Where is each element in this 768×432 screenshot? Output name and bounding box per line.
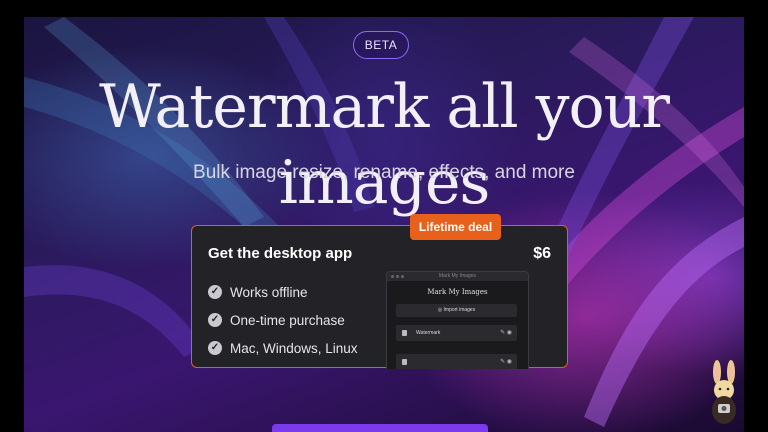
hero-section: BETA Watermark all your images Bulk imag… xyxy=(24,17,744,432)
rabbit-mascot-icon xyxy=(712,360,736,424)
feature-item: ✓ One-time purchase xyxy=(208,306,358,334)
beta-badge: BETA xyxy=(353,31,409,59)
page-frame: BETA Watermark all your images Bulk imag… xyxy=(0,0,768,432)
price-label: $6 xyxy=(533,245,551,262)
cta-button[interactable] xyxy=(272,424,488,432)
preview-window-title: Mark My Images xyxy=(439,273,476,279)
preview-heading: Mark My Images xyxy=(427,288,488,296)
check-circle-icon: ✓ xyxy=(208,285,222,299)
desktop-app-card[interactable]: Get the desktop app $6 ✓ Works offline ✓… xyxy=(191,225,568,369)
edit-eye-icon: ✎ ◉ xyxy=(500,359,512,365)
feature-label: Works offline xyxy=(230,284,308,300)
file-icon xyxy=(402,330,407,336)
preview-row-label: Watermark xyxy=(416,330,441,336)
preview-titlebar: Mark My Images xyxy=(387,272,528,281)
feature-list: ✓ Works offline ✓ One-time purchase ✓ Ma… xyxy=(208,278,358,362)
feature-label: One-time purchase xyxy=(230,312,345,328)
check-circle-icon: ✓ xyxy=(208,341,222,355)
app-preview-screenshot: Mark My Images Mark My Images ◎ Import i… xyxy=(386,271,529,369)
hero-title: Watermark all your images xyxy=(99,72,670,218)
file-icon xyxy=(402,359,407,365)
preview-row: ✎ ◉ xyxy=(396,354,517,369)
feature-label: Mac, Windows, Linux xyxy=(230,340,358,356)
card-title: Get the desktop app xyxy=(208,245,353,262)
preview-row: Watermark ✎ ◉ xyxy=(396,325,517,341)
edit-eye-icon: ✎ ◉ xyxy=(500,330,512,336)
preview-import-label: Import images xyxy=(443,307,476,313)
lifetime-deal-badge: Lifetime deal xyxy=(410,214,501,240)
check-circle-icon: ✓ xyxy=(208,313,222,327)
feature-item: ✓ Works offline xyxy=(208,278,358,306)
feature-item: ✓ Mac, Windows, Linux xyxy=(208,334,358,362)
preview-import-button: ◎ Import images xyxy=(396,304,517,317)
hero-subtitle: Bulk image resize, rename, effects, and … xyxy=(193,162,575,183)
